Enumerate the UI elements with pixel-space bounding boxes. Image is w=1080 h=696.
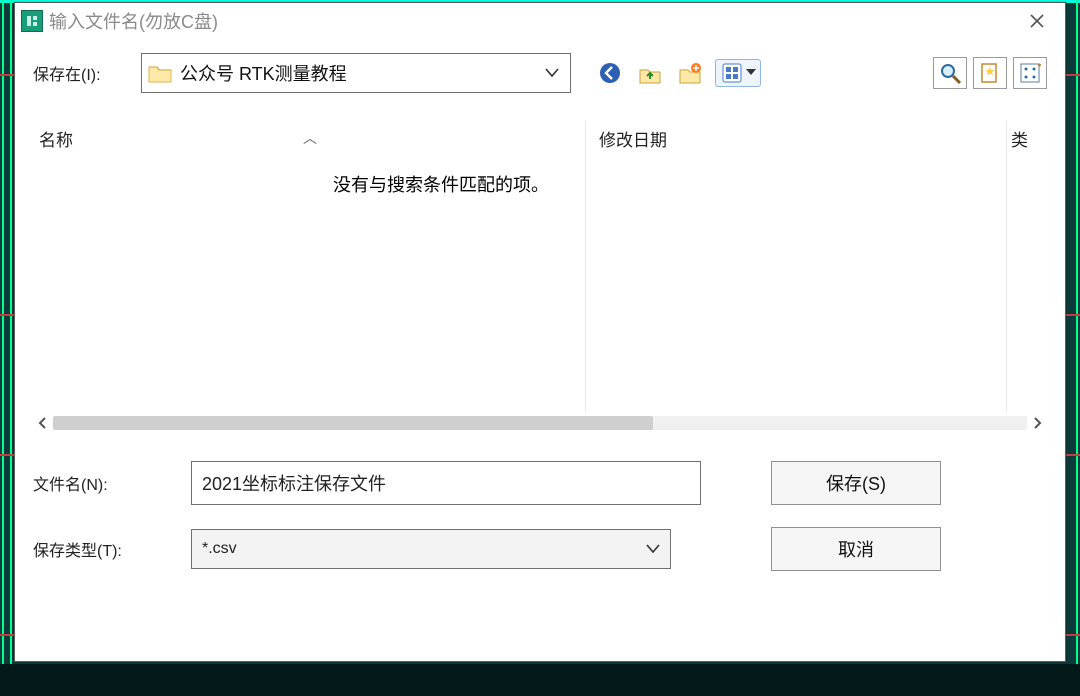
filetype-label: 保存类型(T): [33,537,191,561]
back-icon [598,61,622,85]
save-button[interactable]: 保存(S) [771,461,941,505]
scroll-right-button[interactable] [1027,413,1047,433]
empty-list-message: 没有与搜索条件匹配的项。 [333,171,549,197]
folder-icon [148,62,172,84]
horizontal-scrollbar[interactable] [33,413,1047,433]
filename-input[interactable]: 2021坐标标注保存文件 [191,461,701,505]
grid-dots-icon [1018,61,1042,85]
filetype-combo[interactable]: *.csv [191,529,671,569]
column-header-name[interactable]: 名称 ︿ [33,121,581,155]
scroll-track[interactable] [53,416,1027,430]
chevron-down-icon [746,69,756,77]
decorative-line [1076,0,1078,696]
close-icon [1030,14,1044,28]
column-type-label: 类 [1011,126,1028,151]
column-header-modified[interactable]: 修改日期 [593,121,953,155]
file-list-pane[interactable]: 名称 ︿ 修改日期 类 没有与搜索条件匹配的项。 [33,121,1047,411]
titlebar: 输入文件名(勿放C盘) [15,3,1065,39]
sort-indicator-icon: ︿ [303,128,317,148]
view-menu-button[interactable] [715,59,761,87]
save-in-label: 保存在(I): [33,61,123,85]
extra-tool-buttons [933,57,1047,89]
scroll-left-button[interactable] [33,413,53,433]
search-tool-button[interactable] [933,57,967,89]
current-folder-name: 公众号 RTK测量教程 [180,60,532,86]
chevron-down-icon [540,54,564,92]
save-button-label: 保存(S) [826,470,886,496]
up-folder-icon [638,61,662,85]
close-button[interactable] [1013,5,1061,37]
toolbar: 保存在(I): 公众号 RTK测量教程 [15,39,1065,101]
tool-button-3[interactable] [1013,57,1047,89]
window-title: 输入文件名(勿放C盘) [49,8,1013,34]
look-in-combo[interactable]: 公众号 RTK测量教程 [141,53,571,93]
save-file-dialog: 输入文件名(勿放C盘) 保存在(I): 公众号 RTK测量教程 [14,2,1066,662]
column-name-label: 名称 [39,126,73,151]
new-folder-icon [678,61,702,85]
document-star-icon [978,61,1002,85]
column-divider[interactable] [585,121,586,411]
decorative-line [2,0,4,696]
cancel-button-label: 取消 [838,536,874,562]
status-footer [0,664,1080,696]
back-button[interactable] [595,59,625,87]
filetype-value: *.csv [202,540,237,558]
app-icon [21,10,43,32]
chevron-left-icon [37,417,49,429]
column-header-type[interactable]: 类 [1011,121,1047,155]
column-modified-label: 修改日期 [599,126,667,151]
magnifier-icon [938,61,962,85]
cancel-button[interactable]: 取消 [771,527,941,571]
view-icon [720,61,744,85]
up-one-level-button[interactable] [635,59,665,87]
new-folder-button[interactable] [675,59,705,87]
tool-button-2[interactable] [973,57,1007,89]
filename-value: 2021坐标标注保存文件 [202,470,386,496]
chevron-down-icon [646,544,660,554]
column-divider[interactable] [1006,121,1007,411]
scroll-thumb[interactable] [53,416,653,430]
form-area: 文件名(N): 2021坐标标注保存文件 保存(S) 保存类型(T): *.cs… [15,433,1065,591]
decorative-line [10,0,12,696]
chevron-right-icon [1031,417,1043,429]
filename-label: 文件名(N): [33,471,191,495]
nav-buttons [595,59,761,87]
